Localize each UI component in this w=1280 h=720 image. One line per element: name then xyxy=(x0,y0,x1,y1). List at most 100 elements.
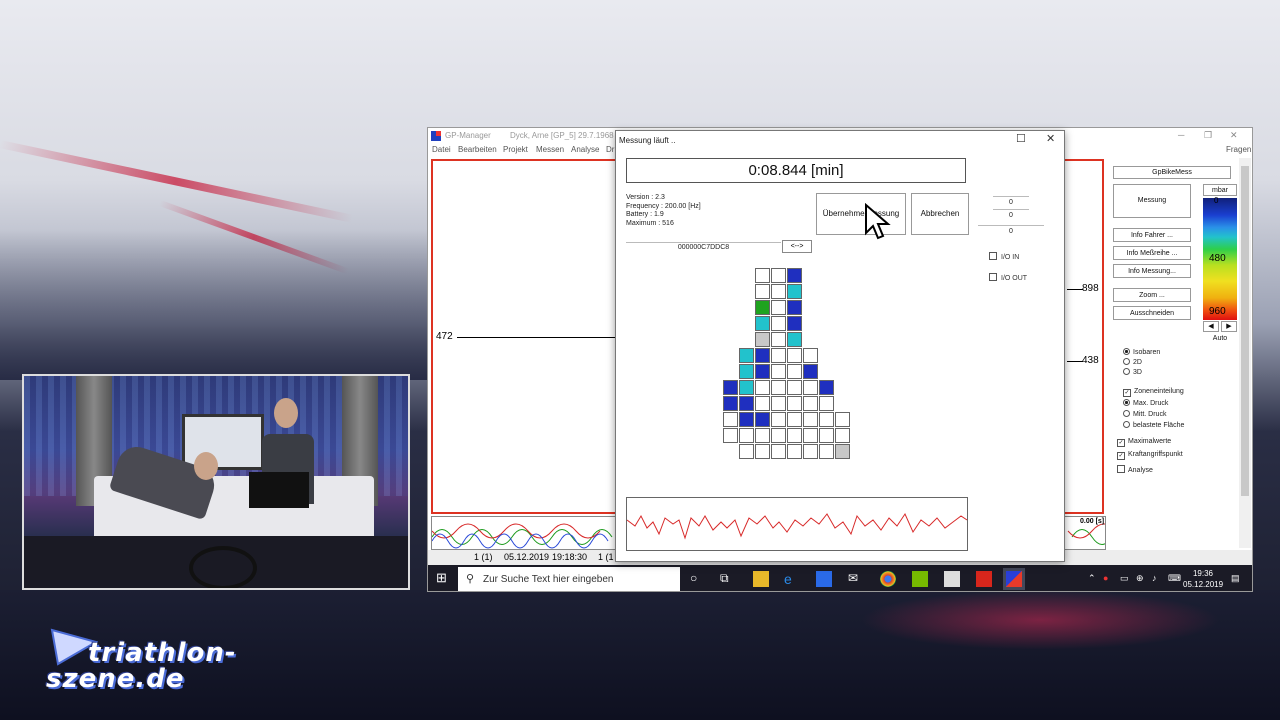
dialog-close-icon[interactable]: ✕ xyxy=(1046,132,1055,145)
vertical-scrollbar[interactable] xyxy=(1239,158,1251,548)
scale-left-icon[interactable]: ◀ xyxy=(1203,321,1219,332)
radio-mitt-druck[interactable]: Mitt. Druck xyxy=(1123,410,1166,418)
app-title-extra: Dyck, Arne [GP_5] 29.7.1968 xyxy=(510,131,614,140)
io-out-label: I/O OUT xyxy=(1001,275,1028,282)
volume-icon[interactable]: ♪ xyxy=(1152,573,1157,583)
menu-projekt[interactable]: Projekt xyxy=(503,145,528,154)
tray-chevron-icon[interactable]: ⌃ xyxy=(1088,573,1096,584)
radio-max-druck[interactable]: Max. Druck xyxy=(1123,399,1168,407)
minimize-icon[interactable]: ─ xyxy=(1178,130,1184,140)
cut-button[interactable]: Ausschneiden xyxy=(1113,306,1191,320)
taskbar-clock[interactable]: 19:36 05.12.2019 xyxy=(1183,568,1223,590)
sensor-cell xyxy=(787,316,802,331)
windows-start-icon[interactable]: ⊞ xyxy=(436,570,452,586)
check-label: Zoneneinteilung xyxy=(1134,388,1184,395)
close-icon[interactable]: ✕ xyxy=(1230,130,1238,141)
status-date: 05.12.2019 xyxy=(504,552,550,562)
scale-label-0: 0 xyxy=(1214,196,1219,205)
menu-datei[interactable]: Datei xyxy=(432,145,451,154)
accept-measurement-button[interactable]: Übernehme Messung xyxy=(816,193,906,235)
background-glow xyxy=(860,590,1220,650)
radio-label: Isobaren xyxy=(1133,349,1161,356)
sensor-cell xyxy=(803,396,818,411)
sensor-cell xyxy=(755,284,770,299)
sensor-cell xyxy=(739,396,754,411)
cortana-icon[interactable]: ○ xyxy=(690,571,706,587)
menu-bearbeiten[interactable]: Bearbeiten xyxy=(458,145,497,154)
io-in-checkbox[interactable]: I/O IN xyxy=(989,252,1019,261)
photos-icon[interactable] xyxy=(944,571,960,587)
menu-dr[interactable]: Dr xyxy=(606,145,614,154)
sensor-cell xyxy=(787,348,802,363)
menu-fragen[interactable]: Fragen xyxy=(1226,145,1251,154)
status-page: 1 (1) xyxy=(474,552,493,562)
radio-belastete-flaeche[interactable]: belastete Fläche xyxy=(1123,421,1184,429)
sensor-cell xyxy=(835,412,850,427)
sensor-cell xyxy=(755,316,770,331)
network-icon[interactable]: ⊕ xyxy=(1136,573,1144,584)
check-kraftangriffspunkt[interactable]: ✓ Kraftangriffspunkt xyxy=(1117,451,1183,460)
check-zoneneinteilung[interactable]: ✓ Zoneneinteilung xyxy=(1123,388,1184,397)
auto-button[interactable]: Auto xyxy=(1203,334,1237,345)
taskbar-search[interactable]: ⚲ Zur Suche Text hier eingeben xyxy=(458,567,680,591)
radio-label: 2D xyxy=(1133,359,1142,366)
sensor-cell xyxy=(739,412,754,427)
radio-2d[interactable]: 2D xyxy=(1123,358,1142,366)
chrome-icon[interactable] xyxy=(880,571,896,587)
sensor-cell xyxy=(819,380,834,395)
radio-icon xyxy=(1123,410,1130,417)
acrobat-icon[interactable] xyxy=(976,571,992,587)
sensor-cell xyxy=(787,364,802,379)
dialog-maximize-icon[interactable]: ☐ xyxy=(1016,132,1026,145)
edge-icon[interactable]: e xyxy=(784,571,800,587)
info-measurement-button[interactable]: Info Messung... xyxy=(1113,264,1191,278)
nvidia-icon[interactable] xyxy=(912,571,928,587)
studio-camera-inset xyxy=(22,374,410,590)
unit-label: mbar xyxy=(1203,184,1237,196)
force-curve xyxy=(626,497,968,551)
sensor-cell xyxy=(803,348,818,363)
sensor-cell xyxy=(739,428,754,443)
checkbox-icon xyxy=(989,273,997,281)
io-in-label: I/O IN xyxy=(1001,254,1020,261)
menu-analyse[interactable]: Analyse xyxy=(571,145,599,154)
sensor-cell xyxy=(739,380,754,395)
sensor-cell xyxy=(787,428,802,443)
info-frequency: Frequency : 200.00 [Hz] xyxy=(626,202,701,210)
zoom-button[interactable]: Zoom ... xyxy=(1113,288,1191,302)
file-explorer-icon[interactable] xyxy=(753,571,769,587)
battery-icon[interactable]: ▭ xyxy=(1120,573,1129,584)
measure-button[interactable]: Messung xyxy=(1113,184,1191,218)
menu-messen[interactable]: Messen xyxy=(536,145,564,154)
scrollbar-thumb[interactable] xyxy=(1241,166,1249,496)
cancel-button[interactable]: Abbrechen xyxy=(911,193,969,235)
mail-icon[interactable]: ✉ xyxy=(848,571,864,587)
tray-app-icon[interactable]: ● xyxy=(1103,573,1108,583)
io-out-checkbox[interactable]: I/O OUT xyxy=(989,273,1027,282)
bike-wheel xyxy=(189,546,257,588)
task-view-icon[interactable]: ⧉ xyxy=(720,571,736,587)
sensor-cell xyxy=(771,364,786,379)
swap-button[interactable]: <--> xyxy=(782,240,812,253)
maximize-icon[interactable]: ❐ xyxy=(1204,130,1212,141)
device-info: Version : 2.3 Frequency : 200.00 [Hz] Ba… xyxy=(626,194,701,228)
gp-manager-taskbar-icon[interactable] xyxy=(1003,568,1025,590)
scale-right-icon[interactable]: ▶ xyxy=(1221,321,1237,332)
windows-taskbar: ⊞ ⚲ Zur Suche Text hier eingeben ○ ⧉ e ✉… xyxy=(428,565,1252,591)
keyboard-icon[interactable]: ⌨ xyxy=(1168,573,1181,584)
radio-isobaren[interactable]: Isobaren xyxy=(1123,348,1160,356)
sensor-cell xyxy=(787,300,802,315)
check-analyse[interactable]: Analyse xyxy=(1117,465,1153,474)
radio-3d[interactable]: 3D xyxy=(1123,368,1142,376)
notification-icon[interactable]: ▤ xyxy=(1231,573,1240,584)
info-battery: Battery : 1.9 xyxy=(626,211,664,218)
sensor-cell xyxy=(755,268,770,283)
check-maximalwerte[interactable]: ✓ Maximalwerte xyxy=(1117,438,1171,447)
sensor-cell xyxy=(755,300,770,315)
info-driver-button[interactable]: Info Fahrer ... xyxy=(1113,228,1191,242)
right-panel: GpBikeMess Messung mbar 0 480 960 ◀ ▶ Au… xyxy=(1073,158,1238,558)
store-icon[interactable] xyxy=(816,571,832,587)
app-icon xyxy=(431,131,441,141)
info-series-button[interactable]: Info Meßreihe ... xyxy=(1113,246,1191,260)
sensor-cell xyxy=(755,444,770,459)
